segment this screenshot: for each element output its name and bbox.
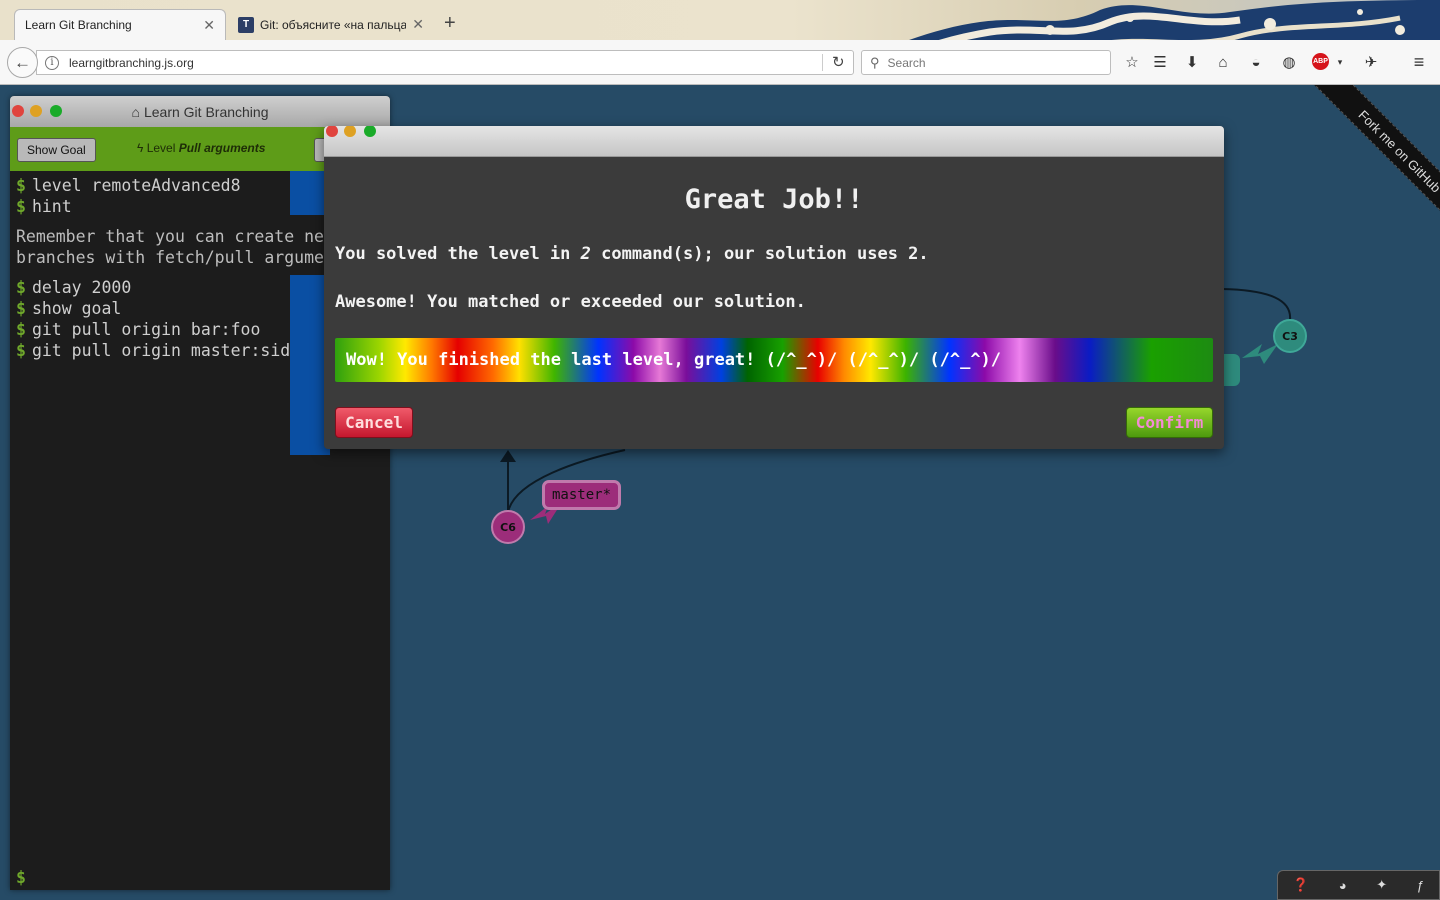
show-goal-button[interactable]: Show Goal [17,138,96,162]
fork-ribbon[interactable]: Fork me on GitHub [1290,85,1440,235]
globe-icon[interactable]: ◕ [1339,878,1347,893]
cancel-button[interactable]: Cancel [335,407,413,438]
footer-links: ❓ ◕ ✦ ƒ [1277,870,1440,900]
maximize-window-icon[interactable] [50,105,62,117]
branch-label-master[interactable]: master* [542,480,622,510]
maximize-window-icon[interactable] [364,126,376,137]
level-indicator[interactable]: ϟ Level Pull arguments [137,141,265,155]
close-window-icon[interactable] [326,126,338,137]
facebook-icon[interactable]: ƒ [1417,878,1424,893]
help-icon[interactable]: ❓ [1293,877,1309,893]
twitter-icon[interactable]: ✦ [1376,877,1387,893]
solution-summary: You solved the level in 2 command(s); ou… [335,244,929,264]
confirm-button[interactable]: Confirm [1126,407,1213,438]
close-window-icon[interactable] [12,105,24,117]
commit-node[interactable]: C6 [491,510,525,544]
commit-label: C3 [1282,330,1298,343]
fork-ribbon-text[interactable]: Fork me on GitHub [1312,85,1440,235]
level-name: Pull arguments [178,141,266,155]
level-prefix: Level [146,141,176,155]
home-icon: ⌂ [131,103,140,120]
finished-banner: Wow! You finished the last level, great!… [335,338,1213,382]
dialog-title: Great Job!! [684,184,864,215]
dialog-titlebar [324,126,1224,157]
terminal-titlebar: ⌂ Learn Git Branching [10,96,390,127]
commit-label: C6 [500,521,516,534]
commit-node[interactable]: C3 [1273,319,1307,353]
minimize-window-icon[interactable] [30,105,42,117]
minimize-window-icon[interactable] [344,126,356,137]
level-complete-dialog: Great Job!! You solved the level in 2 co… [324,126,1224,449]
command-prompt[interactable]: $ [16,867,26,888]
solution-feedback: Awesome! You matched or exceeded our sol… [335,292,806,312]
lightning-icon: ϟ [137,141,144,155]
command-count: 2 [580,244,591,264]
terminal-title: Learn Git Branching [143,103,269,120]
